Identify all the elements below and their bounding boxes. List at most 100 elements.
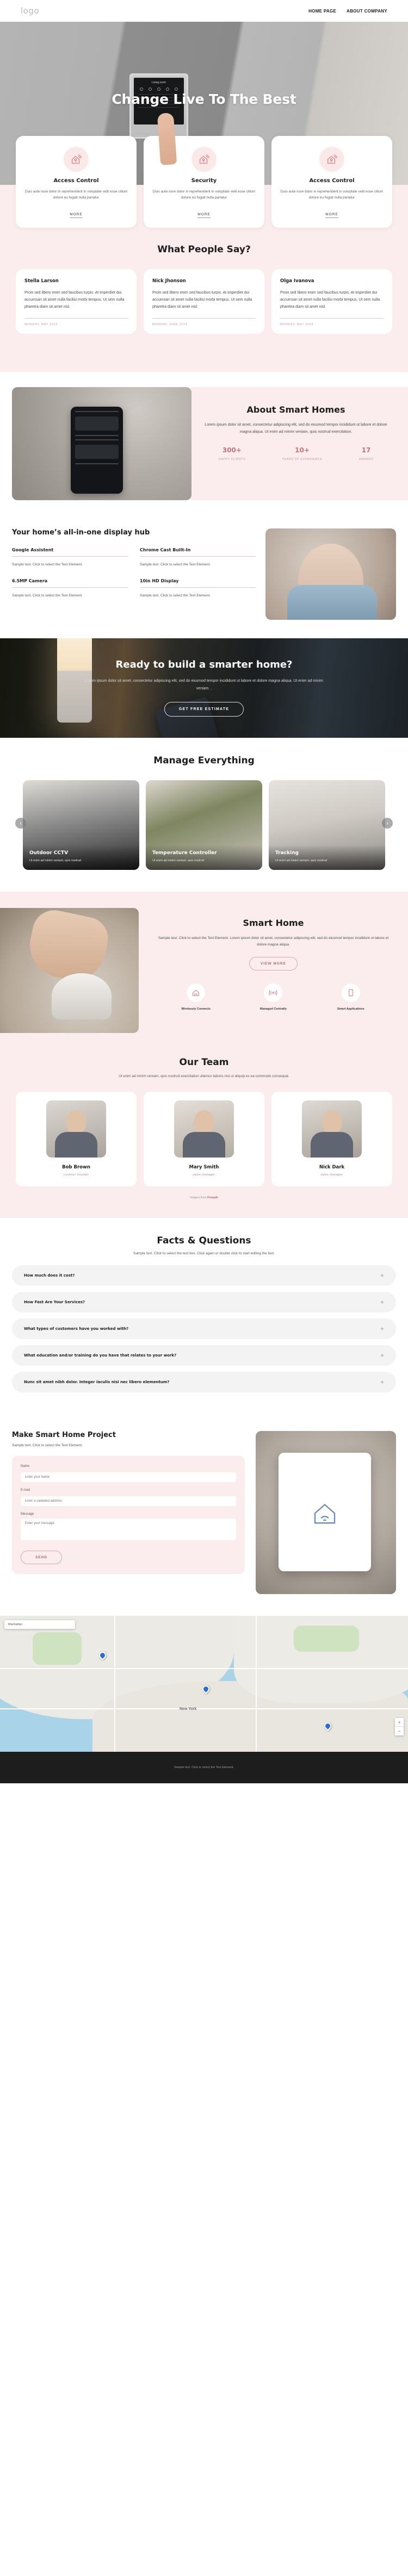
zoom-out-button[interactable]: − [395,1727,404,1735]
stat-label: AWARDS [358,458,374,462]
nav-item-home-page[interactable]: HOME PAGE [308,9,336,14]
smart-home-title: Smart Home [243,917,304,928]
target-icon [157,88,160,91]
hub-grid: Google Assistent Sample text. Click to s… [12,547,256,599]
avatar [302,1100,362,1158]
smart-home-content: Smart Home Sample text. Click to select … [139,908,395,1033]
logo[interactable]: logo [21,6,39,16]
map-park [33,1632,82,1665]
feature-card[interactable]: Access Control Duis aute irure dolor in … [271,136,392,228]
manage-card-title: Outdoor CCTV [29,850,69,856]
faq-section: Facts & Questions Sample text. Click to … [0,1217,408,1420]
smart-feature: Managed Centrally [235,984,312,1011]
plus-icon[interactable]: + [380,1272,384,1279]
testimonials-section: What People Say? Stella Larson Proin sed… [0,238,408,356]
manage-card-row: Outdoor CCTV Ut enim ad minim veniam, qu… [0,780,408,870]
stat-number: 17 [361,446,371,455]
testimonial-name: Nick Jhonson [152,278,186,284]
faq-item[interactable]: How Fast Are Your Services? + [12,1291,396,1312]
map-road [256,1615,257,1752]
project-subtitle: Sample text. Click to select the Text El… [12,1443,83,1447]
divider [140,556,256,557]
stat-number: 10+ [295,446,310,455]
plus-icon[interactable]: + [380,1352,384,1359]
message-textarea[interactable] [21,1518,236,1540]
image-credit: Images from Freepik [12,1196,396,1199]
feature-more-link[interactable]: MORE [325,213,338,218]
thermostat-icon-row [134,88,184,91]
view-more-button[interactable]: VIEW MORE [249,957,298,971]
faq-question: Nunc sit amet nibh dolor. Integer iaculi… [24,1379,170,1384]
smart-feature-caption: Wirelessly Connects [181,1007,211,1011]
cta-text: Lorem ipsum dolor sit amet, consectetur … [85,679,323,690]
get-free-estimate-button[interactable]: GET FREE ESTIMATE [164,701,244,717]
carousel-next-icon[interactable]: › [382,818,393,829]
hub-item: Google Assistent Sample text. Click to s… [12,547,128,568]
map-section[interactable]: New York Manhattan + − [0,1615,408,1752]
faq-item[interactable]: Nunc sit amet nibh dolor. Integer iaculi… [12,1371,396,1392]
carousel-prev-icon[interactable]: ‹ [15,818,26,829]
divider [12,587,128,588]
feature-more-link[interactable]: MORE [70,213,83,218]
testimonial-name: Stella Larson [24,278,59,284]
testimonial-card: Nick Jhonson Proin sed libero enim sed f… [144,269,264,334]
landing-page: logo HOME PAGE ABOUT COMPANY Living room… [0,0,408,1783]
hero-title: Change Live To The Best [112,91,296,107]
site-footer: Sample text. Click to select the Text El… [0,1751,408,1783]
contact-form: Name E-mail Message SEND [12,1455,245,1574]
about-content: About Smart Homes Lorem ipsum dolor sit … [186,387,408,500]
manage-card[interactable]: Temperature Controller Ut enim ad minim … [146,780,262,870]
plus-icon[interactable]: + [380,1326,384,1332]
feature-more-link[interactable]: MORE [197,213,211,218]
map-search-box[interactable]: Manhattan [4,1620,75,1629]
team-member-card: Mary Smith sales manager [144,1091,264,1186]
door-icon [175,88,178,91]
testimonial-text: Proin sed libero enim sed faucibus turpi… [24,290,125,309]
features-section: Access Control Duis aute irure dolor in … [0,136,408,372]
site-header: logo HOME PAGE ABOUT COMPANY [0,0,408,22]
testimonials-title: What People Say? [157,244,251,255]
testimonial-text: Proin sed libero enim sed faucibus turpi… [280,290,380,309]
team-row: Bob Brown coutiner founder Mary Smith sa… [12,1091,396,1186]
testimonial-name: Olga Ivanova [280,278,314,284]
power-icon [140,88,143,91]
thermostat-room-label: Living room [152,81,166,84]
divider [24,318,128,319]
hub-content: Your home’s all-in-one display hub Googl… [12,528,256,620]
manage-card[interactable]: Outdoor CCTV Ut enim ad minim veniam, qu… [23,780,139,870]
smart-home-icon [64,147,89,172]
stat-item: 10+ YEARS OF EXPERIENCE [282,446,322,462]
hub-item: 6.5MP Camera Sample text. Click to selec… [12,578,128,599]
feature-card[interactable]: Access Control Duis aute irure dolor in … [16,136,137,228]
feature-title: Security [191,178,217,184]
manage-section: Manage Everything Outdoor CCTV Ut enim a… [0,737,408,892]
feature-text: Duis aute irure dolor in reprehenderit i… [152,190,256,200]
faq-subtitle: Sample text. Click to select the text bo… [133,1251,275,1255]
faq-item[interactable]: What types of customers have you worked … [12,1318,396,1339]
hub-item-text: Sample text. Click to select the Text El… [140,594,211,598]
image-credit-link[interactable]: Freepik [207,1196,218,1199]
about-title: About Smart Homes [246,404,345,415]
faq-question: What types of customers have you worked … [24,1326,129,1331]
team-section: Our Team Ut enim ad minim veniam, quis n… [0,1051,408,1218]
zoom-in-button[interactable]: + [395,1718,404,1727]
nav-item-about-company[interactable]: ABOUT COMPANY [347,9,387,14]
send-button[interactable]: SEND [21,1550,63,1564]
project-image [256,1430,396,1594]
name-input[interactable] [21,1472,236,1482]
cta-title: Ready to build a smarter home? [115,659,293,671]
hub-item-title: Google Assistent [12,547,54,552]
faq-item[interactable]: What education and/or training do you ha… [12,1345,396,1366]
map-zoom-controls[interactable]: + − [395,1718,404,1735]
cta-banner: Ready to build a smarter home? Lorem ips… [0,638,408,738]
smart-home-image [0,907,139,1033]
hub-image [265,528,396,620]
tablet-mockup [279,1452,371,1571]
email-input[interactable] [21,1496,236,1506]
team-member-card: Nick Dark sales manager [271,1091,392,1186]
manage-title: Manage Everything [153,755,255,766]
manage-card[interactable]: Tracking Ut enim ad minim veniam, quis n… [269,780,385,870]
plus-icon[interactable]: + [380,1299,384,1305]
faq-item[interactable]: How much does it cost? + [12,1265,396,1286]
plus-icon[interactable]: + [380,1379,384,1385]
